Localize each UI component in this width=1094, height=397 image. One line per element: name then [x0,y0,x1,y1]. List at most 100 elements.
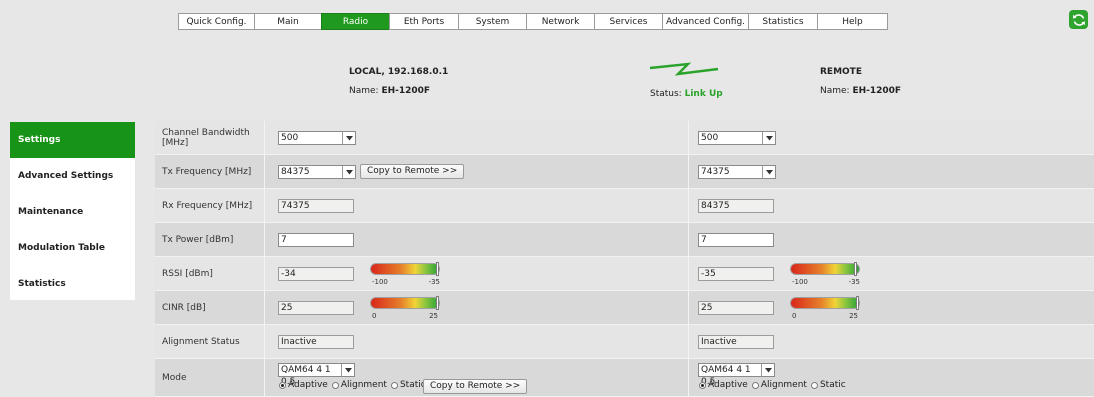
local-mode-static-radio[interactable] [390,381,398,389]
copy-tx-frequency-button[interactable]: Copy to Remote >> [360,164,465,179]
tx-power-label: Tx Power [dBm] [162,234,234,245]
remote-rssi-meter: -100 -35 [790,262,860,293]
sidebar: Settings Advanced Settings Maintenance M… [10,122,135,300]
remote-mode-radio-group: Adaptive Alignment Static [699,380,850,390]
channel-bandwidth-label: Channel Bandwidth [MHz] [162,127,250,148]
radio-label: Static [399,380,426,390]
local-cinr-field: 25 [278,301,354,315]
local-mode-adaptive-radio[interactable] [279,381,286,389]
remote-mode-select[interactable]: QAM64 4 1 0.5 [698,363,775,387]
remote-alignment-field: Inactive [698,335,774,349]
local-name: Name: EH-1200F [349,86,431,96]
remote-cinr-field: 25 [698,301,774,315]
meter-max-label: -35 [428,278,440,286]
tab-advanced-config[interactable]: Advanced Config. [662,13,749,30]
radio-label: Static [819,380,846,390]
remote-title: REMOTE [820,67,862,77]
link-status-icon [649,62,719,76]
row-rx-frequency: Rx Frequency [MHz] 74375 84375 [155,189,1094,223]
meter-max-label: 25 [849,312,858,320]
tab-system[interactable]: System [458,13,527,30]
tab-services[interactable]: Services [594,13,663,30]
chevron-down-icon [762,132,775,144]
meter-max-label: -35 [848,278,860,286]
row-channel-bandwidth: Channel Bandwidth [MHz] 500 500 [155,121,1094,155]
remote-cinr-meter: 0 25 [790,296,860,327]
sidebar-item-advanced-settings[interactable]: Advanced Settings [10,158,135,194]
local-cinr-needle [436,296,439,310]
rx-frequency-label: Rx Frequency [MHz] [162,200,253,211]
link-status: Status: Link Up [650,89,723,99]
copy-mode-button[interactable]: Copy to Remote >> [423,379,528,394]
radio-label: Alignment [760,380,807,390]
meter-bar [370,297,440,309]
local-rssi-field: -34 [278,267,354,281]
radio-label: Alignment [340,380,387,390]
local-cinr-meter: 0 25 [370,296,440,327]
tab-help[interactable]: Help [817,13,888,30]
local-mode-select[interactable]: QAM64 4 1 0.5 [278,363,355,387]
local-rx-frequency-field: 74375 [278,199,354,213]
remote-mode-adaptive-radio[interactable] [699,381,706,389]
remote-rx-frequency-field: 84375 [698,199,774,213]
sidebar-item-settings[interactable]: Settings [10,122,135,158]
top-nav: Quick Config. Main Radio Eth Ports Syste… [178,13,888,31]
chevron-down-icon [342,132,355,144]
alignment-status-label: Alignment Status [162,336,240,347]
radio-label: Adaptive [708,380,748,390]
local-mode-alignment-radio[interactable] [331,381,339,389]
chevron-down-icon [342,166,355,178]
tab-statistics[interactable]: Statistics [748,13,818,30]
row-alignment-status: Alignment Status Inactive Inactive [155,325,1094,359]
row-rssi: RSSI [dBm] -34 -100 -35 -35 -100 -35 [155,257,1094,291]
local-channel-bandwidth-select[interactable]: 500 [278,131,356,145]
mode-label: Mode [162,372,187,383]
radio-settings-table: Channel Bandwidth [MHz] 500 500 Tx Frequ… [155,121,1094,397]
remote-channel-bandwidth-select[interactable]: 500 [698,131,776,145]
tab-network[interactable]: Network [526,13,595,30]
chevron-down-icon [761,364,774,376]
remote-cinr-needle [856,296,859,310]
local-mode-radio-group: Adaptive Alignment Static [279,380,430,390]
tab-main[interactable]: Main [254,13,322,30]
tab-quick-config[interactable]: Quick Config. [178,13,255,30]
local-rssi-meter: -100 -35 [370,262,440,293]
sidebar-item-maintenance[interactable]: Maintenance [10,194,135,230]
remote-mode-alignment-radio[interactable] [751,381,759,389]
cinr-label: CINR [dB] [162,302,206,313]
meter-min-label: 0 [792,312,797,320]
tab-eth-ports[interactable]: Eth Ports [389,13,459,30]
meter-max-label: 25 [429,312,438,320]
tx-frequency-label: Tx Frequency [MHz] [162,166,252,177]
tab-radio[interactable]: Radio [321,13,390,30]
remote-rssi-field: -35 [698,267,774,281]
meter-min-label: -100 [372,278,388,286]
local-alignment-field: Inactive [278,335,354,349]
meter-bar [370,263,440,275]
meter-bar [790,297,860,309]
row-cinr: CINR [dB] 25 0 25 25 0 25 [155,291,1094,325]
remote-name: Name: EH-1200F [820,86,902,96]
local-tx-power-input[interactable]: 7 [278,233,354,247]
radio-label: Adaptive [288,380,328,390]
local-tx-frequency-select[interactable]: 84375 [278,165,356,179]
remote-mode-static-radio[interactable] [810,381,818,389]
meter-bar [790,263,860,275]
row-tx-power: Tx Power [dBm] 7 7 [155,223,1094,257]
remote-rssi-needle [854,262,857,276]
remote-tx-frequency-select[interactable]: 74375 [698,165,776,179]
row-tx-frequency: Tx Frequency [MHz] 84375 Copy to Remote … [155,155,1094,189]
chevron-down-icon [341,364,354,376]
local-rssi-needle [436,262,439,276]
meter-min-label: 0 [372,312,377,320]
local-title: LOCAL, 192.168.0.1 [349,67,449,77]
row-mode: Mode QAM64 4 1 0.5 Adaptive Alignment St… [155,359,1094,397]
refresh-icon [1072,13,1085,26]
remote-tx-power-input[interactable]: 7 [698,233,774,247]
sidebar-item-modulation-table[interactable]: Modulation Table [10,230,135,266]
refresh-button[interactable] [1069,10,1088,29]
chevron-down-icon [762,166,775,178]
sidebar-item-statistics[interactable]: Statistics [10,266,135,302]
meter-min-label: -100 [792,278,808,286]
rssi-label: RSSI [dBm] [162,268,213,279]
